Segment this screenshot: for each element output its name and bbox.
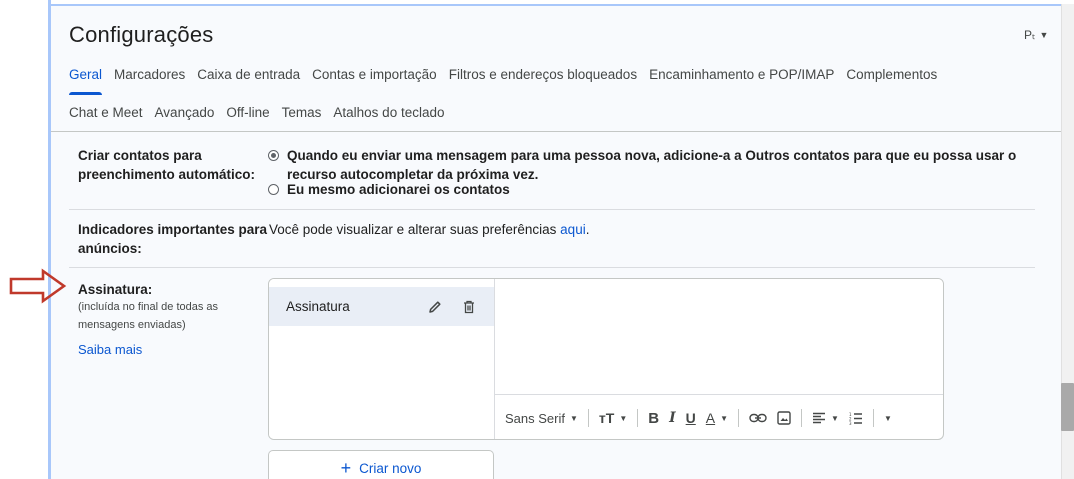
font-family-label: Sans Serif (505, 410, 565, 426)
radio-unchecked-icon[interactable] (268, 184, 279, 195)
ad-label-line2: anúncios: (78, 241, 142, 256)
tab-atalhos[interactable]: Atalhos do teclado (333, 105, 444, 120)
insert-image-button[interactable] (777, 411, 791, 425)
chevron-down-icon: ▼ (720, 413, 729, 423)
red-arrow-icon (9, 268, 67, 304)
tab-avancado[interactable]: Avançado (155, 105, 215, 120)
toolbar-separator (872, 409, 874, 427)
row-divider (69, 209, 1035, 210)
radio-checked-icon[interactable] (268, 150, 279, 161)
image-icon (777, 411, 791, 425)
tab-chat-e-meet[interactable]: Chat e Meet (69, 105, 143, 120)
create-new-signature-button[interactable]: + Criar novo (268, 450, 494, 479)
tabs-row-1: Geral Marcadores Caixa de entrada Contas… (69, 67, 949, 95)
signature-label: Assinatura: (78, 282, 153, 297)
tabs-row-2: Chat e Meet Avançado Off-line Temas Atal… (69, 105, 457, 120)
tab-off-line[interactable]: Off-line (226, 105, 269, 120)
row-divider (69, 267, 1035, 268)
ad-preferences-link[interactable]: aqui (560, 222, 586, 237)
font-family-select[interactable]: Sans Serif ▼ (505, 411, 578, 426)
text-size-icon: тT (598, 410, 615, 426)
link-icon (749, 413, 767, 423)
chevron-down-icon: ▼ (1039, 30, 1049, 40)
tab-marcadores[interactable]: Marcadores (114, 67, 185, 82)
input-tools-button[interactable]: Pₜ ▼ (1024, 28, 1048, 42)
option2-text: Eu mesmo adicionarei os contatos (287, 182, 510, 197)
ad-label-line1: Indicadores importantes para (78, 222, 268, 237)
input-tools-label: Pₜ (1024, 28, 1036, 42)
pencil-icon[interactable] (425, 297, 445, 317)
ad-suffix: . (585, 222, 590, 237)
underline-button[interactable]: U (686, 410, 696, 426)
scrollbar-thumb[interactable] (1061, 383, 1074, 431)
radio-option-auto-add-text: Quando eu enviar uma mensagem para uma p… (287, 146, 1016, 184)
chevron-down-icon: ▼ (831, 413, 839, 423)
auto-contacts-label: Criar contatos para preenchimento automá… (78, 146, 255, 184)
auto-contacts-label-line1: Criar contatos para (78, 148, 202, 163)
signature-editor-box: Assinatura Sans Serif ▼ тT ▼ B I U A ▼ ▼… (268, 278, 944, 440)
more-formatting-button[interactable]: ▼ (884, 414, 892, 423)
tab-temas[interactable]: Temas (282, 105, 322, 120)
italic-button[interactable]: I (669, 410, 676, 426)
link-button[interactable] (749, 412, 767, 424)
ad-indicators-text: Você pode visualizar e alterar suas pref… (269, 220, 589, 239)
learn-more-link[interactable]: Saiba mais (78, 342, 142, 357)
text-color-label: A (705, 410, 716, 426)
formatting-toolbar: Sans Serif ▼ тT ▼ B I U A ▼ ▼ 123 ▼ (495, 394, 943, 439)
signature-list: Assinatura (269, 279, 495, 439)
create-new-label: Criar novo (359, 460, 422, 476)
toolbar-separator (637, 409, 639, 427)
toolbar-separator (738, 409, 740, 427)
signature-item-name: Assinatura (286, 299, 350, 314)
signature-text-editor[interactable] (495, 279, 943, 394)
signature-list-item[interactable]: Assinatura (269, 287, 494, 326)
radio-option-manual[interactable]: Eu mesmo adicionarei os contatos (268, 180, 510, 199)
font-size-select[interactable]: тT ▼ (599, 410, 627, 426)
signature-note: (incluída no final de todas as mensagens… (78, 298, 218, 334)
signature-note-line1: (incluída no final de todas as (78, 301, 219, 313)
numbered-list-icon: 123 (849, 412, 862, 425)
auto-contacts-label-line2: preenchimento automático: (78, 167, 256, 182)
option1-line1: Quando eu enviar uma mensagem para uma p… (287, 148, 1017, 163)
ad-text: Você pode visualizar e alterar suas pref… (269, 222, 561, 237)
text-color-button[interactable]: A ▼ (706, 410, 728, 426)
chevron-down-icon: ▼ (883, 413, 892, 423)
ad-indicators-label: Indicadores importantes para anúncios: (78, 220, 267, 258)
radio-option-auto-add[interactable]: Quando eu enviar uma mensagem para uma p… (268, 146, 1016, 184)
chevron-down-icon: ▼ (569, 413, 578, 423)
bold-button[interactable]: B (648, 410, 659, 427)
signature-note-line2: mensagens enviadas) (78, 319, 186, 331)
page-title: Configurações (69, 22, 214, 47)
tab-filtros[interactable]: Filtros e endereços bloqueados (449, 67, 637, 82)
settings-panel: Configurações Pₜ ▼ Geral Marcadores Caix… (51, 4, 1061, 479)
svg-text:3: 3 (849, 421, 852, 425)
tab-geral[interactable]: Geral (69, 67, 103, 95)
tab-encaminhamento[interactable]: Encaminhamento e POP/IMAP (649, 67, 834, 82)
numbered-list-button[interactable]: 123 (849, 412, 863, 425)
chevron-down-icon: ▼ (619, 413, 628, 423)
toolbar-separator (587, 409, 589, 427)
plus-icon: + (340, 457, 352, 478)
toolbar-separator (801, 409, 803, 427)
tab-contas-e-importacao[interactable]: Contas e importação (312, 67, 437, 82)
align-left-icon (813, 412, 826, 424)
tabs-divider (51, 131, 1061, 132)
trash-icon[interactable] (459, 297, 479, 317)
tab-caixa-de-entrada[interactable]: Caixa de entrada (197, 67, 300, 82)
tab-complementos[interactable]: Complementos (846, 67, 937, 82)
align-button[interactable]: ▼ (812, 412, 839, 424)
